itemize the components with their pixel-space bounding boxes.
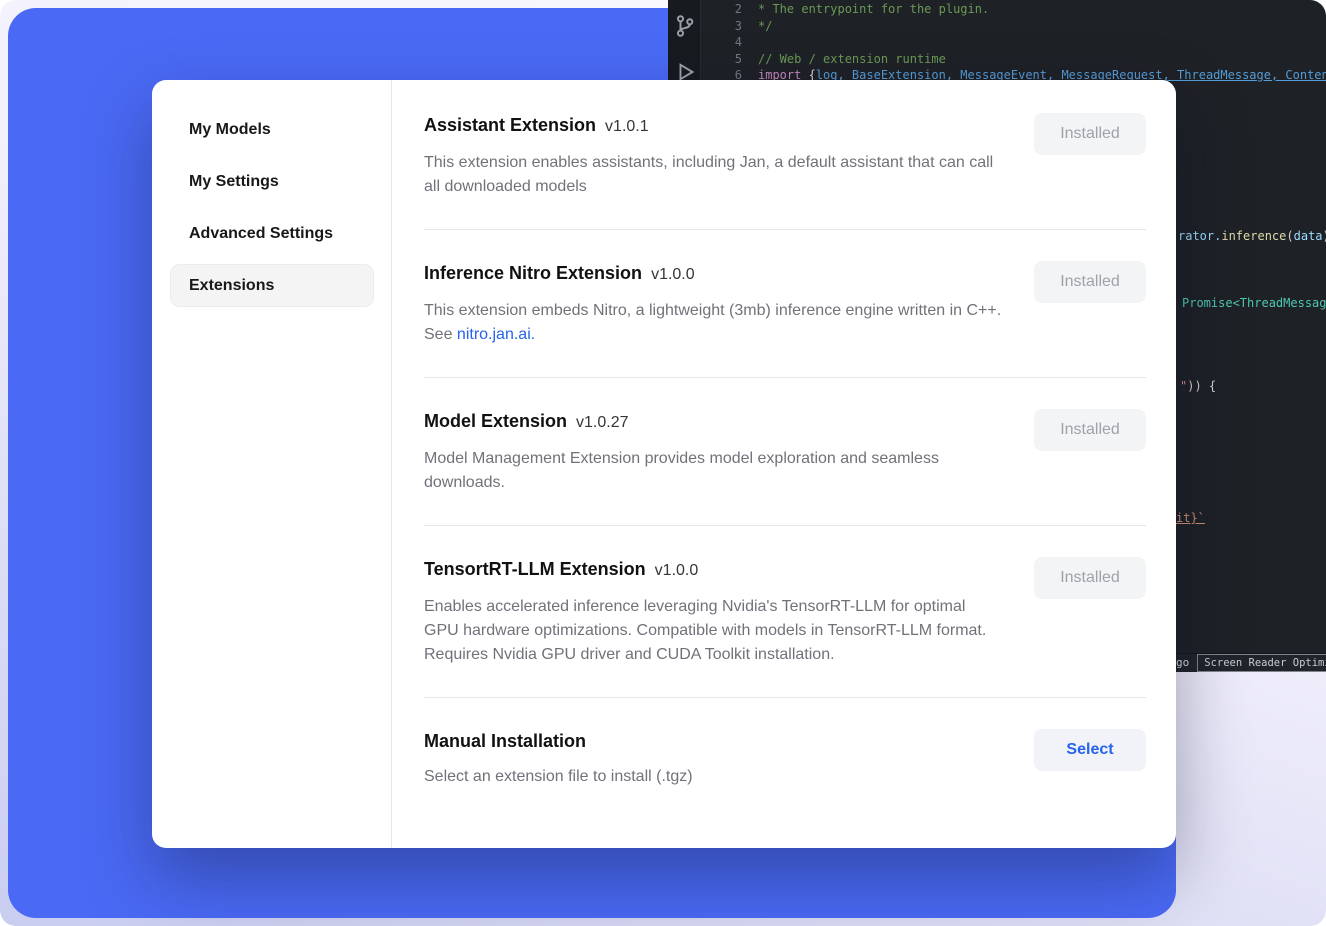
extension-row-assistant: Assistant Extensionv1.0.1 This extension…	[424, 82, 1146, 230]
extension-title: Model Extensionv1.0.27	[424, 409, 1002, 435]
sidebar-item-my-settings[interactable]: My Settings	[170, 160, 374, 203]
line-number: 3	[720, 19, 742, 33]
line-number: 2	[720, 2, 742, 16]
extension-version: v1.0.0	[655, 562, 699, 579]
extension-row-nitro: Inference Nitro Extensionv1.0.0 This ext…	[424, 230, 1146, 378]
installed-button[interactable]: Installed	[1034, 113, 1146, 155]
code-line: // Web / extension runtime	[758, 52, 946, 66]
installed-button[interactable]: Installed	[1034, 557, 1146, 599]
extension-title: Inference Nitro Extensionv1.0.0	[424, 261, 1002, 287]
status-text: go	[1176, 656, 1189, 670]
code-fragment: rator.inference(data));	[1178, 229, 1326, 243]
extension-description: Model Management Extension provides mode…	[424, 447, 1002, 495]
code-fragment: it}`	[1176, 511, 1205, 525]
code-fragment: ")) {	[1180, 379, 1216, 393]
extension-title: TensortRT-LLM Extensionv1.0.0	[424, 557, 1002, 583]
installed-button[interactable]: Installed	[1034, 409, 1146, 451]
line-number: 5	[720, 52, 742, 66]
extension-description: Select an extension file to install (.tg…	[424, 765, 693, 789]
extension-row-model: Model Extensionv1.0.27 Model Management …	[424, 378, 1146, 526]
extension-version: v1.0.1	[605, 118, 649, 135]
settings-sidebar: My Models My Settings Advanced Settings …	[152, 80, 392, 848]
extension-description: This extension embeds Nitro, a lightweig…	[424, 299, 1002, 347]
extensions-list: Assistant Extensionv1.0.1 This extension…	[392, 80, 1176, 848]
sidebar-item-advanced-settings[interactable]: Advanced Settings	[170, 212, 374, 255]
settings-modal: My Models My Settings Advanced Settings …	[152, 80, 1176, 848]
screenshot-root: 2 3 4 5 6 * The entrypoint for the plugi…	[0, 0, 1326, 926]
extension-title: Manual Installation	[424, 729, 693, 753]
extension-description: Enables accelerated inference leveraging…	[424, 595, 1002, 667]
code-line: * The entrypoint for the plugin.	[758, 2, 989, 16]
code-fragment: Promise<ThreadMessage>	[1182, 296, 1326, 310]
extension-version: v1.0.0	[651, 266, 695, 283]
screen-reader-chip[interactable]: Screen Reader Optimize	[1197, 654, 1326, 672]
line-number: 4	[720, 35, 742, 49]
sidebar-item-extensions[interactable]: Extensions	[170, 264, 374, 307]
extension-description: This extension enables assistants, inclu…	[424, 151, 1002, 199]
installed-button[interactable]: Installed	[1034, 261, 1146, 303]
extension-version: v1.0.27	[576, 414, 628, 431]
extension-title: Assistant Extensionv1.0.1	[424, 113, 1002, 139]
sidebar-item-my-models[interactable]: My Models	[170, 108, 374, 151]
extension-row-tensorrt: TensortRT-LLM Extensionv1.0.0 Enables ac…	[424, 526, 1146, 698]
extension-row-manual-install: Manual Installation Select an extension …	[424, 698, 1146, 819]
code-line: */	[758, 19, 772, 33]
nitro-jan-ai-link[interactable]: nitro.jan.ai.	[457, 326, 535, 343]
select-file-button[interactable]: Select	[1034, 729, 1146, 771]
source-control-icon[interactable]	[673, 14, 697, 38]
